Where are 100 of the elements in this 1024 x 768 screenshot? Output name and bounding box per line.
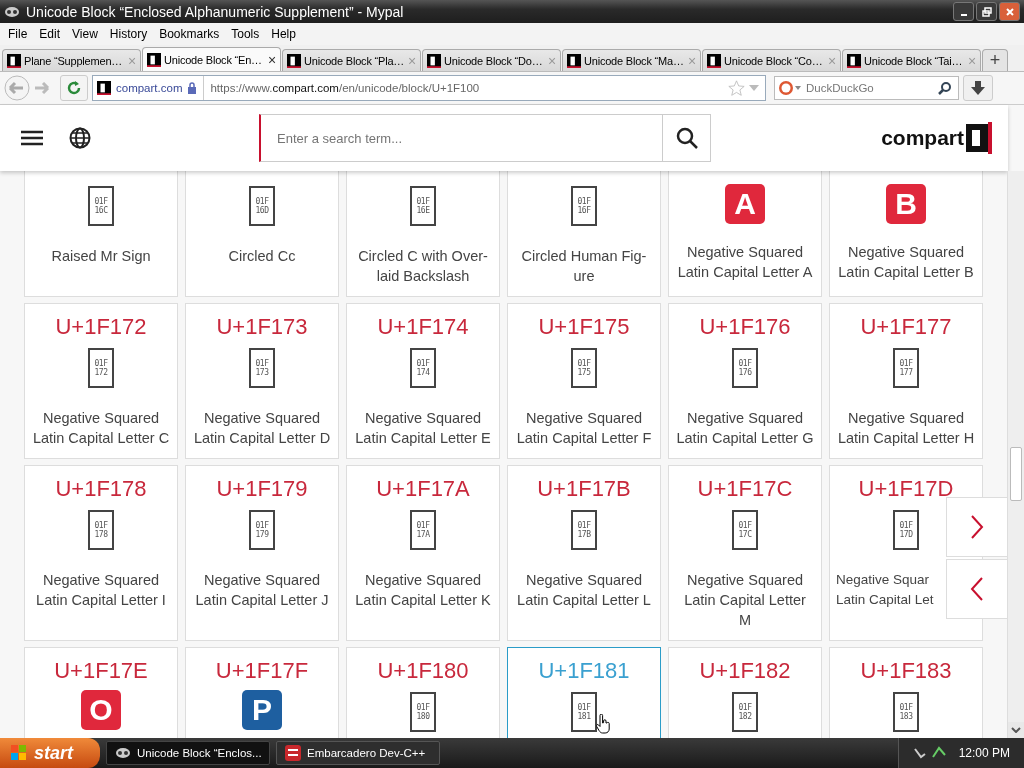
missing-glyph-box: 01F 176	[732, 348, 758, 388]
character-name: Circled C with Over- laid Backslash	[358, 247, 488, 286]
code-point: U+1F178	[55, 475, 147, 503]
squared-letter: A	[725, 184, 765, 224]
site-identity[interactable]: compart.com	[93, 76, 205, 100]
character-card[interactable]: U+1F17A 01F 17A Negative Squared Latin Capital Letter K	[346, 465, 500, 641]
tab-title: Unicode Block “Do…	[444, 54, 544, 67]
code-point: U+1F175	[538, 313, 630, 341]
menu-item[interactable]: Edit	[33, 27, 67, 41]
character-card[interactable]: U+1F17C 01F 17C Negative Squared Latin Capital Letter M	[668, 465, 822, 641]
character-name: Negative Squared Latin Capital Letter L	[517, 571, 651, 610]
menu-item[interactable]: Bookmarks	[153, 27, 226, 41]
code-point: U+1F173	[216, 313, 308, 341]
character-card[interactable]: U+1F182 01F 182	[668, 647, 822, 738]
character-card[interactable]: 01F 16F Circled Human Fig- ure	[507, 171, 661, 297]
menu-item[interactable]: Help	[265, 27, 302, 41]
search-engine-field[interactable]: DuckDuckGo	[774, 76, 959, 100]
missing-glyph-box: 01F 182	[732, 692, 758, 732]
code-point: U+1F180	[377, 657, 469, 685]
code-point: U+1F182	[699, 657, 791, 685]
menu-item[interactable]: Tools	[225, 27, 266, 41]
character-name: Negative Squar Latin Capital Let	[836, 571, 934, 609]
character-card[interactable]: 01F 16C Raised Mr Sign	[24, 171, 178, 297]
character-card[interactable]: 01F 16D Circled Cc	[185, 171, 339, 297]
window-title: Unicode Block “Enclosed Alphanumeric Supplement” - Mypal	[26, 3, 404, 20]
missing-glyph-box: 01F 17B	[571, 510, 597, 550]
character-card[interactable]: U+1F175 01F 175 Negative Squared Latin Capital Letter F	[507, 303, 661, 459]
new-tab-button[interactable]: +	[982, 49, 1008, 71]
character-name: Negative Squared Latin Capital Letter H	[837, 409, 975, 448]
browser-tab[interactable]: Plane “Supplemen… ×	[2, 49, 141, 71]
character-name: Circled Human Fig- ure	[521, 247, 647, 286]
code-point: U+1F179	[216, 475, 308, 503]
clock[interactable]: 12:00 PM	[958, 746, 1010, 760]
menu-item[interactable]: History	[103, 27, 154, 41]
missing-glyph-box: 01F 175	[571, 348, 597, 388]
character-card[interactable]: U+1F183 01F 183	[829, 647, 983, 738]
missing-glyph-box: 01F 178	[88, 510, 114, 550]
missing-glyph-box: 01F 17A	[410, 510, 436, 550]
character-name: Negative Squared Latin Capital Letter F	[516, 409, 652, 448]
browser-tab[interactable]: Unicode Block “Co… ×	[702, 49, 841, 71]
missing-glyph-box: 01F 180	[410, 692, 436, 732]
code-point: U+1F17B	[537, 475, 631, 503]
missing-glyph-box: 01F 173	[249, 348, 275, 388]
taskbar-button[interactable]: Embarcadero Dev-C++	[276, 741, 440, 765]
character-name: Negative Squared Latin Capital Letter E	[355, 409, 491, 448]
url-field[interactable]: compart.com https://www.compart.com/en/unicode/block/U+1F100	[92, 75, 766, 101]
character-name: Negative Squared Latin Capital Letter K	[355, 571, 491, 610]
missing-glyph-box: 01F 16F	[571, 186, 597, 226]
tab-title: Unicode Block “Ma…	[584, 54, 685, 67]
character-card[interactable]: U+1F181 01F 181	[507, 647, 661, 738]
browser-tab[interactable]: Unicode Block “Pla… ×	[282, 49, 421, 71]
character-card[interactable]: U+1F17E O	[24, 647, 178, 738]
code-point: U+1F181	[538, 657, 630, 685]
missing-glyph-box: 01F 17D	[893, 510, 919, 550]
missing-glyph-box: 01F 172	[88, 348, 114, 388]
character-card[interactable]: U+1F17B 01F 17B Negative Squared Latin Capital Letter L	[507, 465, 661, 641]
character-name: Negative Squared Latin Capital Letter B	[838, 243, 974, 282]
code-point: U+1F176	[699, 313, 791, 341]
character-name: Negative Squared Latin Capital Letter G	[676, 409, 814, 448]
squared-letter: B	[886, 184, 926, 224]
menu-item[interactable]: File	[2, 27, 34, 41]
tab-title: Unicode Block “Co…	[724, 54, 824, 67]
code-point: U+1F172	[55, 313, 147, 341]
character-name: Circled Cc	[228, 247, 296, 266]
tab-close-button[interactable]: ×	[268, 51, 276, 68]
character-card[interactable]: U+1F177 01F 177 Negative Squared Latin Capital Letter H	[829, 303, 983, 459]
character-card[interactable]: U+1F178 01F 178 Negative Squared Latin Capital Letter I	[24, 465, 178, 641]
character-card[interactable]: 01F 16E Circled C with Over- laid Backslash	[346, 171, 500, 297]
code-point: U+1F17C	[697, 475, 793, 503]
character-name: Negative Squared Latin Capital Letter I	[36, 571, 166, 610]
browser-tab[interactable]: Unicode Block “En… ×	[142, 47, 281, 71]
character-card[interactable]: U+1F173 01F 173 Negative Squared Latin Capital Letter D	[185, 303, 339, 459]
missing-glyph-box: 01F 16E	[410, 186, 436, 226]
browser-tab[interactable]: Unicode Block “Do… ×	[422, 49, 561, 71]
tab-title: Unicode Block “En…	[164, 53, 263, 66]
taskbar-button[interactable]: Unicode Block “Enclos...	[106, 741, 270, 765]
character-name: Raised Mr Sign	[51, 247, 151, 266]
missing-glyph-box: 01F 181	[571, 692, 597, 732]
character-card[interactable]: U+1F17F P	[185, 647, 339, 738]
code-point: U+1F17F	[215, 657, 309, 685]
code-point: U+1F177	[860, 313, 952, 341]
browser-tab[interactable]: Unicode Block “Tai… ×	[842, 49, 981, 71]
code-point: U+1F183	[860, 657, 952, 685]
character-card[interactable]: U+1F172 01F 172 Negative Squared Latin Capital Letter C	[24, 303, 178, 459]
character-name: Negative Squared Latin Capital Letter C	[32, 409, 170, 448]
code-point: U+1F17E	[54, 657, 148, 685]
squared-letter: O	[81, 690, 121, 730]
menu-item[interactable]: View	[66, 27, 104, 41]
browser-tab[interactable]: Unicode Block “Ma… ×	[562, 49, 701, 71]
search-field[interactable]: Enter a search term...	[259, 114, 663, 162]
character-card[interactable]: U+1F176 01F 176 Negative Squared Latin Capital Letter G	[668, 303, 822, 459]
character-card[interactable]: U+1F179 01F 179 Negative Squared Latin Capital Letter J	[185, 465, 339, 641]
missing-glyph-box: 01F 174	[410, 348, 436, 388]
missing-glyph-box: 01F 16C	[88, 186, 114, 226]
character-card[interactable]: U+1F180 01F 180	[346, 647, 500, 738]
logo-text[interactable]: compart	[881, 126, 964, 150]
character-card[interactable]: A Negative Squared Latin Capital Letter A	[668, 171, 822, 297]
code-point: U+1F17A	[376, 475, 470, 503]
character-card[interactable]: U+1F174 01F 174 Negative Squared Latin Capital Letter E	[346, 303, 500, 459]
character-card[interactable]: B Negative Squared Latin Capital Letter B	[829, 171, 983, 297]
